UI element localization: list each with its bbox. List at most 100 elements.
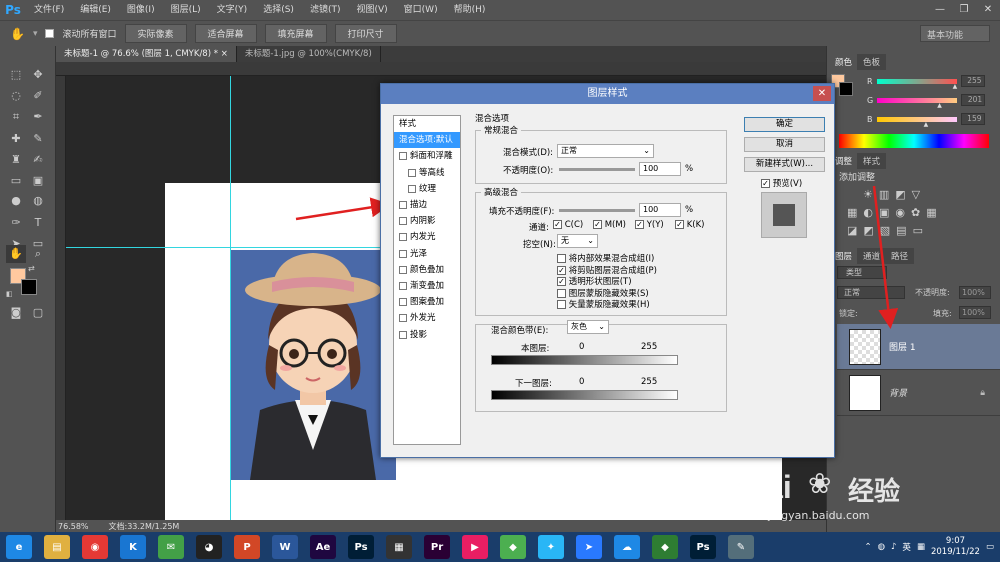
slider-thumb-icon[interactable]: ▲	[924, 121, 929, 128]
menu-window[interactable]: 窗口(W)	[396, 0, 446, 20]
style-checkbox[interactable]	[399, 314, 407, 323]
taskbar-baidu-netdisk-icon[interactable]: ☁	[614, 535, 640, 559]
opacity-slider[interactable]	[559, 168, 635, 171]
notification-icon[interactable]: ▭	[986, 542, 994, 552]
style-list-item[interactable]: 外发光	[394, 310, 460, 326]
style-checkbox[interactable]	[399, 281, 407, 290]
input-language[interactable]: 英	[902, 541, 911, 553]
blend-option-checkbox[interactable]: 将内部效果混合成组(I)	[557, 252, 654, 264]
panel-background-swatch[interactable]	[839, 82, 853, 96]
network-icon[interactable]: ◍	[878, 542, 885, 552]
workspace-select[interactable]: 基本功能	[920, 25, 990, 42]
quick-mask-icon[interactable]: ◙	[6, 304, 26, 322]
style-list-item[interactable]: 内发光	[394, 229, 460, 245]
zoom-level[interactable]: 76.58%	[58, 522, 89, 531]
color-slider-r[interactable]: R ▲ 255	[867, 74, 997, 90]
tab-document-1[interactable]: 未标题-1 @ 76.6% (图层 1, CMYK/8) * ×	[56, 46, 237, 62]
tab-color[interactable]: 颜色	[829, 54, 859, 70]
menu-view[interactable]: 视图(V)	[348, 0, 395, 20]
slider-thumb-icon[interactable]: ▲	[953, 83, 958, 90]
slider-value[interactable]: 201	[961, 94, 986, 106]
taskbar-wechat-icon[interactable]: ✉	[158, 535, 184, 559]
move-tool-icon[interactable]: ✥	[28, 66, 48, 84]
style-checkbox[interactable]	[408, 184, 416, 193]
dialog-close-icon[interactable]: ✕	[813, 86, 831, 101]
layer-row-layer1[interactable]: 图层 1	[837, 324, 1000, 370]
preview-checkbox[interactable]: ✓ 预览(V)	[761, 177, 802, 189]
style-checkbox[interactable]	[399, 249, 407, 258]
scroll-all-checkbox[interactable]	[45, 29, 55, 38]
style-checkbox[interactable]	[399, 330, 407, 339]
taskbar-netease-icon[interactable]: ◉	[82, 535, 108, 559]
layer-fill-field[interactable]: 100%	[959, 306, 991, 319]
blend-mode-select[interactable]: 正常 ⌄	[557, 144, 654, 158]
color-slider-g[interactable]: G ▲ 201	[867, 93, 997, 109]
default-colors-icon[interactable]: ◧	[6, 290, 13, 298]
taskbar-bird-app-icon[interactable]: ✦	[538, 535, 564, 559]
type-tool-icon[interactable]: T	[28, 214, 48, 232]
style-list-item[interactable]: 样式	[394, 116, 460, 132]
stamp-tool-icon[interactable]: ♜	[6, 151, 26, 169]
close-button[interactable]: ✕	[976, 0, 1000, 20]
taskbar-after-effects-icon[interactable]: Ae	[310, 535, 336, 559]
marquee-tool-icon[interactable]: ⬚	[6, 66, 26, 84]
blend-option-checkbox[interactable]: ✓ 将剪贴图层混合成组(P)	[557, 264, 657, 276]
crop-tool-icon[interactable]: ⌗	[6, 108, 26, 126]
style-checkbox[interactable]	[399, 233, 407, 242]
style-list-item[interactable]: 描边	[394, 197, 460, 213]
hand-tool-icon-active[interactable]: ✋	[6, 245, 26, 263]
style-list-item[interactable]: 颜色叠加	[394, 262, 460, 278]
screen-mode-icon[interactable]: ▢	[28, 304, 48, 322]
blur-tool-icon[interactable]: ●	[6, 192, 26, 210]
taskbar-video-icon[interactable]: ▦	[386, 535, 412, 559]
fill-opacity-slider[interactable]	[559, 209, 635, 212]
menu-select[interactable]: 选择(S)	[255, 0, 302, 20]
ime-icon[interactable]: ▦	[917, 542, 925, 552]
taskbar-feishu-icon[interactable]: ➤	[576, 535, 602, 559]
maximize-button[interactable]: ❐	[952, 0, 976, 20]
ok-button[interactable]: 确定	[744, 117, 825, 132]
menu-type[interactable]: 文字(Y)	[209, 0, 256, 20]
fill-screen-button[interactable]: 填充屏幕	[264, 24, 327, 43]
style-checkbox[interactable]	[399, 217, 407, 226]
style-list-item[interactable]: 图案叠加	[394, 294, 460, 310]
tab-swatches[interactable]: 色板	[857, 54, 887, 70]
slider-track[interactable]: ▲	[876, 78, 957, 90]
style-list-item[interactable]: 斜面和浮雕	[394, 148, 460, 164]
tab-styles[interactable]: 样式	[857, 153, 887, 169]
style-list-item[interactable]: 渐变叠加	[394, 278, 460, 294]
menu-filter[interactable]: 滤镜(T)	[302, 0, 349, 20]
opacity-field[interactable]: 100	[639, 162, 681, 176]
cancel-button[interactable]: 取消	[744, 137, 825, 152]
clock[interactable]: 9:07 2019/11/22	[931, 536, 980, 558]
style-list-item[interactable]: 光泽	[394, 246, 460, 262]
fill-opacity-field[interactable]: 100	[639, 203, 681, 217]
style-checkbox[interactable]	[399, 298, 407, 307]
channel-c[interactable]: ✓ C(C)	[553, 220, 583, 230]
style-checkbox[interactable]	[408, 168, 416, 177]
fit-screen-button[interactable]: 适合屏幕	[194, 24, 257, 43]
tab-document-2[interactable]: 未标题-1.jpg @ 100%(CMYK/8)	[236, 46, 381, 62]
blend-option-checkbox[interactable]: 矢量蒙版隐藏效果(H)	[557, 298, 650, 310]
style-checkbox[interactable]	[399, 152, 407, 161]
actual-pixels-button[interactable]: 实际像素	[124, 24, 187, 43]
quick-select-tool-icon[interactable]: ✐	[28, 87, 48, 105]
guide-line-vertical[interactable]	[230, 76, 231, 520]
taskbar-pen-app-icon[interactable]: ✎	[728, 535, 754, 559]
swap-colors-icon[interactable]: ⇄	[28, 264, 35, 273]
slider-value[interactable]: 159	[960, 113, 985, 125]
color-slider-b[interactable]: B ▲ 159	[867, 112, 997, 128]
taskbar-photoshop-active-icon[interactable]: Ps	[690, 535, 716, 559]
dodge-tool-icon[interactable]: ◍	[28, 192, 48, 210]
blend-option-checkbox[interactable]: 图层蒙版隐藏效果(S)	[557, 287, 649, 299]
print-size-button[interactable]: 打印尺寸	[334, 24, 397, 43]
blend-if-select[interactable]: 灰色 ⌄	[567, 320, 609, 334]
eyedropper-tool-icon[interactable]: ✒	[28, 108, 48, 126]
volume-icon[interactable]: ♪	[891, 542, 896, 552]
taskbar-k-app-icon[interactable]: K	[120, 535, 146, 559]
slider-track[interactable]: ▲	[877, 97, 958, 109]
taskbar-premiere-icon[interactable]: Pr	[424, 535, 450, 559]
style-checkbox[interactable]	[399, 201, 407, 210]
taskbar-qq-icon[interactable]: ◕	[196, 535, 222, 559]
layer-name[interactable]: 背景	[889, 386, 907, 399]
